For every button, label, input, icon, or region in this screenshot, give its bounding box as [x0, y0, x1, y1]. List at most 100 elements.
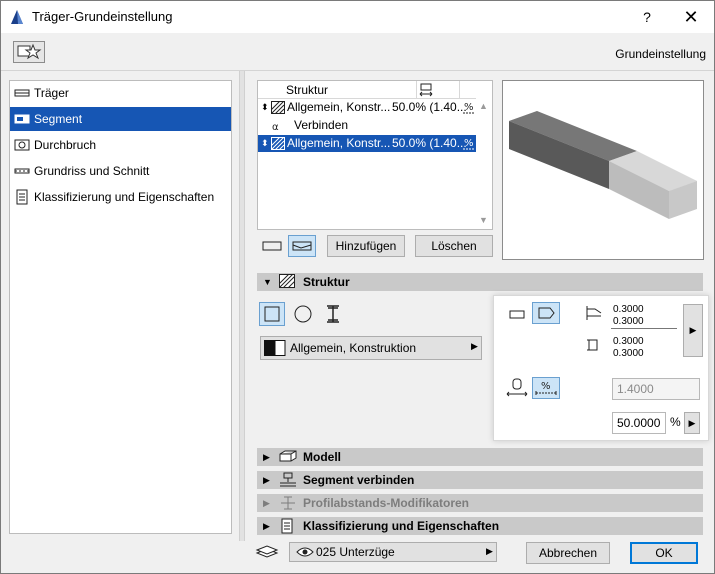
drag-handle-icon[interactable]: ⬍	[261, 99, 269, 116]
list-item[interactable]: ⬍ Allgemein, Konstr... 50.0% (1.40... %	[258, 99, 478, 116]
list-item-name: Allgemein, Konstr...	[287, 136, 391, 150]
drag-handle-icon[interactable]: ⬍	[261, 135, 269, 152]
help-button[interactable]: ?	[635, 6, 659, 28]
archicad-logo-icon	[9, 9, 25, 25]
list-item-name: Allgemein, Konstr...	[287, 100, 391, 114]
tapered-segment-tool[interactable]	[288, 235, 316, 257]
column-width-icon	[418, 82, 434, 98]
title-bar: Träger-Grundeinstellung ? ✕	[1, 1, 714, 33]
column-divider	[459, 81, 460, 99]
hatch-pattern-icon	[271, 101, 285, 114]
chevron-right-icon: ▶	[471, 341, 478, 351]
structure-list-header: Struktur	[258, 81, 478, 99]
tapered-section-icon	[538, 307, 555, 319]
close-button[interactable]: ✕	[677, 6, 705, 28]
building-material-selector[interactable]: Allgemein, Konstruktion ▶	[260, 336, 482, 360]
connect-segment-icon	[279, 472, 297, 488]
length-mode-button[interactable]	[503, 377, 531, 399]
model-icon	[279, 449, 297, 465]
scroll-up-icon[interactable]: ▲	[479, 101, 488, 111]
layers-icon	[255, 544, 279, 560]
favorites-button[interactable]	[13, 41, 45, 63]
expand-arrow-icon: ▶	[263, 452, 270, 462]
delete-button[interactable]: Löschen	[415, 235, 493, 257]
sidebar-item-label: Grundriss und Schnitt	[34, 164, 150, 178]
scroll-down-icon[interactable]: ▼	[479, 215, 488, 225]
length-input[interactable]: 1.4000	[612, 378, 700, 400]
expand-arrow-icon: ▶	[263, 521, 270, 531]
sidebar-item-durchbruch[interactable]: Durchbruch	[10, 133, 231, 157]
sidebar-item-label: Durchbruch	[34, 138, 97, 152]
sidebar-nav: Träger Segment Durchbruch Grundriss und …	[9, 80, 232, 534]
list-item-value: 50.0% (1.40...	[392, 136, 467, 150]
profile-modifier-icon	[279, 495, 297, 511]
percent-mode-icon: %	[462, 136, 476, 150]
chevron-right-icon: ▶	[486, 546, 493, 556]
section-width-icon	[585, 304, 603, 322]
sidebar-item-segment[interactable]: Segment	[10, 107, 231, 131]
svg-text:%: %	[464, 102, 474, 113]
lock-length-icon	[506, 378, 528, 397]
section-height-icon	[585, 336, 603, 354]
list-item[interactable]: α Verbinden	[258, 117, 478, 134]
percent-mode-button[interactable]: %	[532, 377, 560, 399]
window-title: Träger-Grundeinstellung	[32, 9, 173, 24]
expand-arrow-icon: ▶	[263, 498, 270, 508]
section-profilabstands-modifikatoren[interactable]: ▶ Profilabstands-Modifikatoren	[257, 494, 703, 512]
chevron-right-icon: ▶	[688, 418, 696, 428]
chevron-right-icon: ▶	[689, 325, 697, 335]
end-width-value[interactable]: 0.3000	[613, 336, 644, 347]
eye-icon	[296, 545, 314, 559]
cancel-button[interactable]: Abbrechen	[526, 542, 610, 564]
favorites-icon	[17, 43, 42, 60]
start-width-value[interactable]: 0.3000	[613, 304, 644, 315]
expand-arrow-icon: ▶	[263, 475, 270, 485]
3d-preview[interactable]	[502, 80, 704, 260]
list-item-selected[interactable]: ⬍ Allgemein, Konstr... 50.0% (1.40... %	[258, 135, 478, 152]
svg-text:%: %	[464, 138, 474, 149]
beam-preview-image	[509, 111, 697, 219]
dimension-details-button[interactable]: ▶	[683, 304, 703, 357]
profile-shape-button[interactable]	[320, 302, 346, 326]
classification-icon	[14, 189, 30, 205]
structure-list: Struktur ⬍ Allgemein, Konstr... 50.0% (1…	[257, 80, 493, 230]
circular-shape-button[interactable]	[290, 302, 316, 326]
value-divider	[611, 328, 677, 329]
header-divider	[1, 70, 714, 71]
rectangular-shape-button[interactable]	[259, 302, 285, 326]
structure-column-header: Struktur	[286, 83, 329, 97]
connect-icon: α	[270, 118, 284, 132]
sidebar-item-grundriss[interactable]: Grundriss und Schnitt	[10, 159, 231, 183]
percent-icon: %	[535, 381, 557, 395]
tapered-section-button[interactable]	[532, 302, 560, 324]
sidebar-item-klassifizierung[interactable]: Klassifizierung und Eigenschaften	[10, 185, 231, 209]
header-label: Grundeinstellung	[615, 47, 706, 61]
rectangle-segment-icon	[262, 241, 282, 251]
list-item-name: Verbinden	[294, 118, 349, 132]
section-struktur[interactable]: ▼ Struktur	[257, 273, 703, 291]
percent-unit: %	[670, 415, 681, 429]
section-klassifizierung[interactable]: ▶ Klassifizierung und Eigenschaften	[257, 517, 703, 535]
square-icon	[264, 306, 280, 322]
section-segment-verbinden[interactable]: ▶ Segment verbinden	[257, 471, 703, 489]
sidebar-item-label: Träger	[34, 86, 69, 100]
dialog-window: Träger-Grundeinstellung ? ✕ Grundeinstel…	[0, 0, 715, 574]
sidebar-item-label: Klassifizierung und Eigenschaften	[34, 190, 215, 204]
column-divider	[416, 81, 417, 99]
i-beam-icon	[327, 305, 339, 323]
add-button[interactable]: Hinzufügen	[327, 235, 405, 257]
list-scrollbar[interactable]: ▲ ▼	[476, 81, 492, 229]
percent-input[interactable]: 50.0000	[612, 412, 666, 434]
collapse-arrow-icon: ▼	[263, 277, 272, 287]
circle-icon	[294, 305, 312, 323]
layer-selector[interactable]: 025 Unterzüge ▶	[289, 542, 497, 562]
section-modell[interactable]: ▶ Modell	[257, 448, 703, 466]
ok-button[interactable]: OK	[630, 542, 698, 564]
end-height-value[interactable]: 0.3000	[613, 348, 644, 359]
sidebar-item-traeger[interactable]: Träger	[10, 81, 231, 105]
percent-menu-button[interactable]: ▶	[684, 412, 700, 434]
uniform-section-button[interactable]	[503, 303, 531, 325]
panel-splitter[interactable]	[239, 71, 245, 541]
start-height-value[interactable]: 0.3000	[613, 316, 644, 327]
straight-segment-tool[interactable]	[258, 235, 286, 257]
